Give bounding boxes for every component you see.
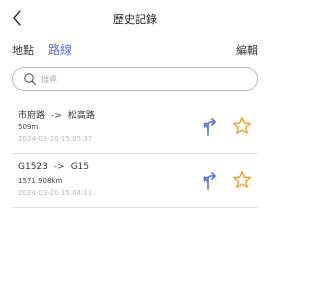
search-input[interactable] [41, 70, 241, 88]
page-title: 歷史記錄 [113, 13, 157, 26]
navigate-icon[interactable] [203, 170, 219, 190]
route-distance: 509m [18, 123, 39, 131]
route-item[interactable]: 市府路 -> 松高路 509m 2024-03-20 15:05:37 [12, 108, 258, 156]
route-timestamp: 2024-03-20 15:05:37 [18, 135, 93, 143]
route-from: G1523 [18, 162, 48, 172]
divider [12, 153, 258, 154]
favorite-star-icon[interactable] [232, 170, 252, 190]
favorite-star-icon[interactable] [232, 116, 252, 136]
route-timestamp: 2024-03-20 15:04:11 [18, 189, 93, 197]
search-box[interactable] [12, 67, 258, 91]
route-arrow: -> [51, 111, 62, 121]
history-page: 歷史記錄 地點 路線 編輯 市府路 -> 松高路 509m 2024-03-20 1… [0, 0, 270, 301]
route-line: 市府路 -> 松高路 [18, 108, 95, 121]
route-item[interactable]: G1523 -> G15 1571.908km 2024-03-20 15:04:1… [12, 162, 258, 210]
navigate-icon[interactable] [203, 116, 219, 136]
route-to: 松高路 [67, 111, 95, 121]
tab-places[interactable]: 地點 [12, 42, 34, 58]
search-icon [24, 73, 36, 85]
route-to: G15 [70, 162, 90, 172]
divider [12, 207, 258, 208]
route-distance: 1571.908km [18, 177, 63, 185]
tab-routes[interactable]: 路線 [48, 41, 72, 58]
header: 歷史記錄 [0, 0, 270, 36]
route-arrow: -> [53, 162, 65, 172]
edit-button[interactable]: 編輯 [236, 42, 258, 58]
route-from: 市府路 [18, 111, 46, 121]
route-line: G1523 -> G15 [18, 162, 89, 172]
